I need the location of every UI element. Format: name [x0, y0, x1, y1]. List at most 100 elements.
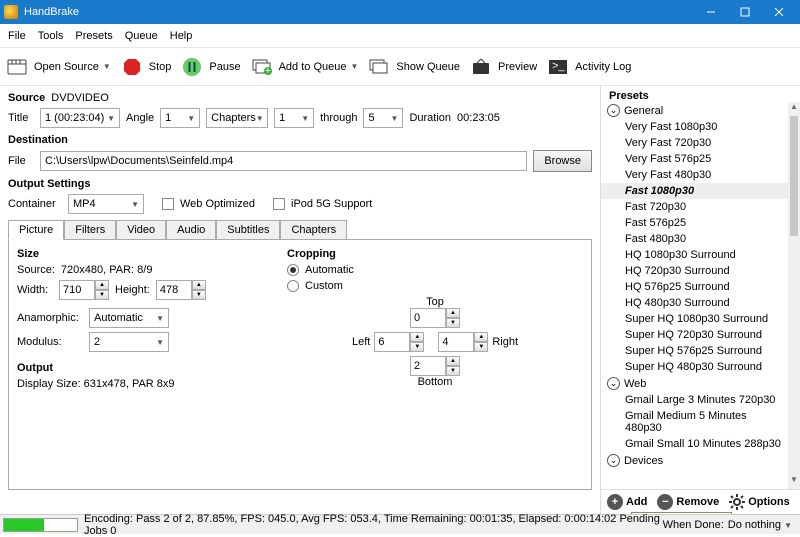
- tab-filters[interactable]: Filters: [64, 220, 116, 239]
- chevron-down-icon: ▼: [103, 62, 111, 71]
- preset-group-general[interactable]: ⌄General: [601, 102, 788, 119]
- modulus-select[interactable]: 2▼: [89, 332, 169, 352]
- preset-item[interactable]: Super HQ 1080p30 Surround: [601, 311, 788, 327]
- preset-item[interactable]: Fast 1080p30: [601, 183, 788, 199]
- preset-item[interactable]: HQ 1080p30 Surround: [601, 247, 788, 263]
- crop-left-spin[interactable]: ▲▼: [374, 332, 424, 352]
- source-label: Source: [8, 92, 45, 104]
- tab-chapters[interactable]: Chapters: [280, 220, 347, 239]
- show-queue-button[interactable]: Show Queue: [368, 56, 464, 78]
- tab-audio[interactable]: Audio: [166, 220, 216, 239]
- preview-button[interactable]: Preview: [470, 56, 541, 78]
- crop-bottom-spin[interactable]: ▲▼: [410, 356, 460, 376]
- open-source-button[interactable]: Open Source ▼: [6, 56, 115, 78]
- activity-log-button[interactable]: >_ Activity Log: [547, 56, 635, 78]
- preset-add-button[interactable]: +Add: [607, 494, 647, 510]
- title-select[interactable]: 1 (00:23:04)▼: [40, 108, 120, 128]
- angle-select[interactable]: 1▼: [160, 108, 200, 128]
- preset-item[interactable]: Fast 576p25: [601, 215, 788, 231]
- add-queue-icon: +: [251, 56, 273, 78]
- preset-actions: +Add −Remove Options Add a new preset.: [601, 489, 800, 514]
- preset-item[interactable]: Gmail Large 3 Minutes 720p30: [601, 392, 788, 408]
- file-label: File: [8, 155, 34, 167]
- preset-list[interactable]: ⌄General Very Fast 1080p30Very Fast 720p…: [601, 102, 800, 489]
- preset-item[interactable]: HQ 720p30 Surround: [601, 263, 788, 279]
- container-label: Container: [8, 198, 62, 210]
- crop-bottom-label: Bottom: [345, 376, 525, 388]
- browse-button[interactable]: Browse: [533, 150, 592, 172]
- preset-remove-button[interactable]: −Remove: [657, 494, 719, 510]
- close-button[interactable]: [762, 0, 796, 24]
- crop-automatic-radio[interactable]: [287, 264, 299, 276]
- menu-help[interactable]: Help: [170, 30, 193, 42]
- preset-item[interactable]: HQ 480p30 Surround: [601, 295, 788, 311]
- preset-item[interactable]: Fast 480p30: [601, 231, 788, 247]
- tab-video[interactable]: Video: [116, 220, 166, 239]
- toolbar: Open Source ▼ Stop Pause + Add to Queue …: [0, 48, 800, 86]
- angle-label: Angle: [126, 112, 154, 124]
- svg-text:+: +: [264, 65, 270, 77]
- preset-item[interactable]: Super HQ 480p30 Surround: [601, 359, 788, 375]
- web-optimized-checkbox[interactable]: [162, 198, 174, 210]
- menu-file[interactable]: File: [8, 30, 26, 42]
- picture-source-value: 720x480, PAR: 8/9: [61, 264, 153, 276]
- tab-picture[interactable]: Picture: [8, 220, 64, 240]
- preset-options-button[interactable]: Options: [729, 494, 790, 510]
- cropping-heading: Cropping: [287, 248, 336, 260]
- video-icon: [6, 56, 28, 78]
- preset-item[interactable]: Super HQ 576p25 Surround: [601, 343, 788, 359]
- ipod-checkbox[interactable]: [273, 198, 285, 210]
- preset-group-web[interactable]: ⌄Web: [601, 375, 788, 392]
- main: Source DVDVIDEO Title 1 (00:23:04)▼ Angl…: [0, 86, 800, 514]
- presets-scrollbar[interactable]: ▲ ▼: [788, 102, 800, 489]
- preset-group-devices[interactable]: ⌄Devices: [601, 452, 788, 469]
- titlebar: HandBrake: [0, 0, 800, 24]
- gear-icon: [729, 494, 745, 510]
- container-select[interactable]: MP4▼: [68, 194, 144, 214]
- when-done-select[interactable]: Do nothing ▼: [728, 519, 792, 531]
- crop-right-spin[interactable]: ▲▼: [438, 332, 488, 352]
- crop-top-spin[interactable]: ▲▼: [410, 308, 460, 328]
- preset-item[interactable]: Very Fast 480p30: [601, 167, 788, 183]
- range-type-select[interactable]: Chapters▼: [206, 108, 268, 128]
- preset-item[interactable]: Very Fast 1080p30: [601, 119, 788, 135]
- menu-presets[interactable]: Presets: [75, 30, 112, 42]
- preset-item[interactable]: Very Fast 576p25: [601, 151, 788, 167]
- svg-text:>_: >_: [552, 60, 565, 72]
- presets-header: Presets: [601, 86, 800, 102]
- preset-item[interactable]: Gmail Small 10 Minutes 288p30: [601, 436, 788, 452]
- menu-tools[interactable]: Tools: [38, 30, 64, 42]
- encode-progress: [3, 518, 78, 532]
- anamorphic-label: Anamorphic:: [17, 312, 83, 324]
- preset-item[interactable]: HQ 576p25 Surround: [601, 279, 788, 295]
- tab-subtitles[interactable]: Subtitles: [216, 220, 280, 239]
- add-to-queue-button[interactable]: + Add to Queue ▼: [251, 56, 363, 78]
- output-heading: Output: [17, 362, 53, 374]
- size-heading: Size: [17, 248, 39, 260]
- preset-item[interactable]: Gmail Medium 5 Minutes 480p30: [601, 408, 788, 436]
- chevron-down-icon: ⌄: [607, 454, 620, 467]
- file-input[interactable]: [40, 151, 527, 171]
- anamorphic-select[interactable]: Automatic▼: [89, 308, 169, 328]
- height-spin[interactable]: ▲▼: [156, 280, 206, 300]
- preset-item[interactable]: Fast 720p30: [601, 199, 788, 215]
- preset-item[interactable]: Super HQ 720p30 Surround: [601, 327, 788, 343]
- width-spin[interactable]: ▲▼: [59, 280, 109, 300]
- chevron-down-icon: ⌄: [607, 104, 620, 117]
- tab-picture-content: Size Source: 720x480, PAR: 8/9 Width: ▲▼…: [8, 240, 592, 490]
- minimize-button[interactable]: [694, 0, 728, 24]
- destination-label: Destination: [8, 134, 68, 146]
- preset-item[interactable]: Very Fast 720p30: [601, 135, 788, 151]
- tabstrip: Picture Filters Video Audio Subtitles Ch…: [8, 220, 592, 240]
- pause-button[interactable]: Pause: [181, 56, 244, 78]
- terminal-icon: >_: [547, 56, 569, 78]
- app-icon: [4, 5, 18, 19]
- maximize-button[interactable]: [728, 0, 762, 24]
- menu-queue[interactable]: Queue: [125, 30, 158, 42]
- pause-icon: [181, 56, 203, 78]
- stop-button[interactable]: Stop: [121, 56, 176, 78]
- range-from-select[interactable]: 1▼: [274, 108, 314, 128]
- range-to-select[interactable]: 5▼: [363, 108, 403, 128]
- crop-custom-radio[interactable]: [287, 280, 299, 292]
- presets-panel: Presets ⌄General Very Fast 1080p30Very F…: [600, 86, 800, 514]
